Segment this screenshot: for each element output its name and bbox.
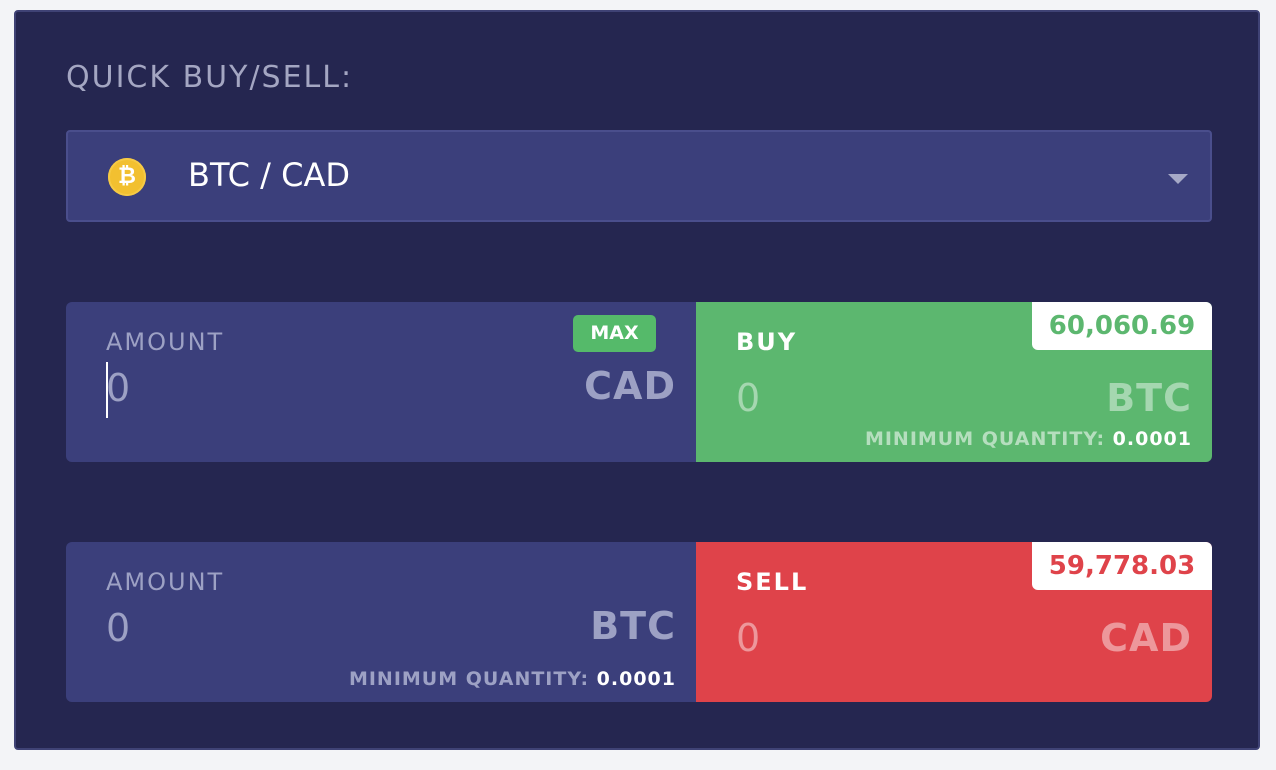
buy-row: AMOUNT 0 CAD MAX BUY 0 BTC 60,060.69 MIN… xyxy=(66,302,1212,462)
quick-buy-sell-panel: QUICK BUY/SELL: ₿ BTC / CAD AMOUNT 0 CAD… xyxy=(14,10,1260,750)
buy-label: BUY xyxy=(736,328,798,356)
buy-button[interactable]: BUY 0 BTC 60,060.69 MINIMUM QUANTITY: 0.… xyxy=(696,302,1212,462)
chevron-down-icon[interactable] xyxy=(1168,174,1188,184)
sell-label: SELL xyxy=(736,568,809,596)
buy-receive-value: 0 xyxy=(736,376,761,420)
sell-price: 59,778.03 xyxy=(1032,542,1212,590)
buy-price: 60,060.69 xyxy=(1032,302,1212,350)
buy-minimum-quantity: MINIMUM QUANTITY: 0.0001 xyxy=(865,428,1192,450)
sell-min-qty-label: MINIMUM QUANTITY: xyxy=(348,668,590,690)
buy-amount-value[interactable]: 0 xyxy=(106,366,130,410)
buy-min-qty-value: 0.0001 xyxy=(1112,428,1192,450)
sell-min-qty-value: 0.0001 xyxy=(596,668,676,690)
sell-amount-label: AMOUNT xyxy=(106,568,225,596)
buy-amount-input[interactable]: AMOUNT 0 CAD MAX xyxy=(66,302,696,462)
sell-receive-value: 0 xyxy=(736,616,761,660)
buy-amount-currency: CAD xyxy=(584,364,676,408)
bitcoin-icon: ₿ xyxy=(108,158,146,196)
sell-button[interactable]: SELL 0 CAD 59,778.03 xyxy=(696,542,1212,702)
panel-title: QUICK BUY/SELL: xyxy=(66,60,354,95)
sell-amount-input[interactable]: AMOUNT 0 BTC MINIMUM QUANTITY: 0.0001 xyxy=(66,542,696,702)
bitcoin-glyph: ₿ xyxy=(118,164,136,189)
buy-amount-label: AMOUNT xyxy=(106,328,225,356)
sell-minimum-quantity: MINIMUM QUANTITY: 0.0001 xyxy=(349,668,676,690)
sell-amount-currency: BTC xyxy=(590,604,676,648)
trading-pair-dropdown[interactable]: ₿ BTC / CAD xyxy=(66,130,1212,222)
sell-amount-value[interactable]: 0 xyxy=(106,606,130,650)
max-button[interactable]: MAX xyxy=(573,315,656,352)
trading-pair-label: BTC / CAD xyxy=(188,156,350,194)
buy-receive-currency: BTC xyxy=(1106,376,1192,420)
buy-min-qty-label: MINIMUM QUANTITY: xyxy=(864,428,1106,450)
sell-receive-currency: CAD xyxy=(1100,616,1192,660)
sell-row: AMOUNT 0 BTC MINIMUM QUANTITY: 0.0001 SE… xyxy=(66,542,1212,702)
